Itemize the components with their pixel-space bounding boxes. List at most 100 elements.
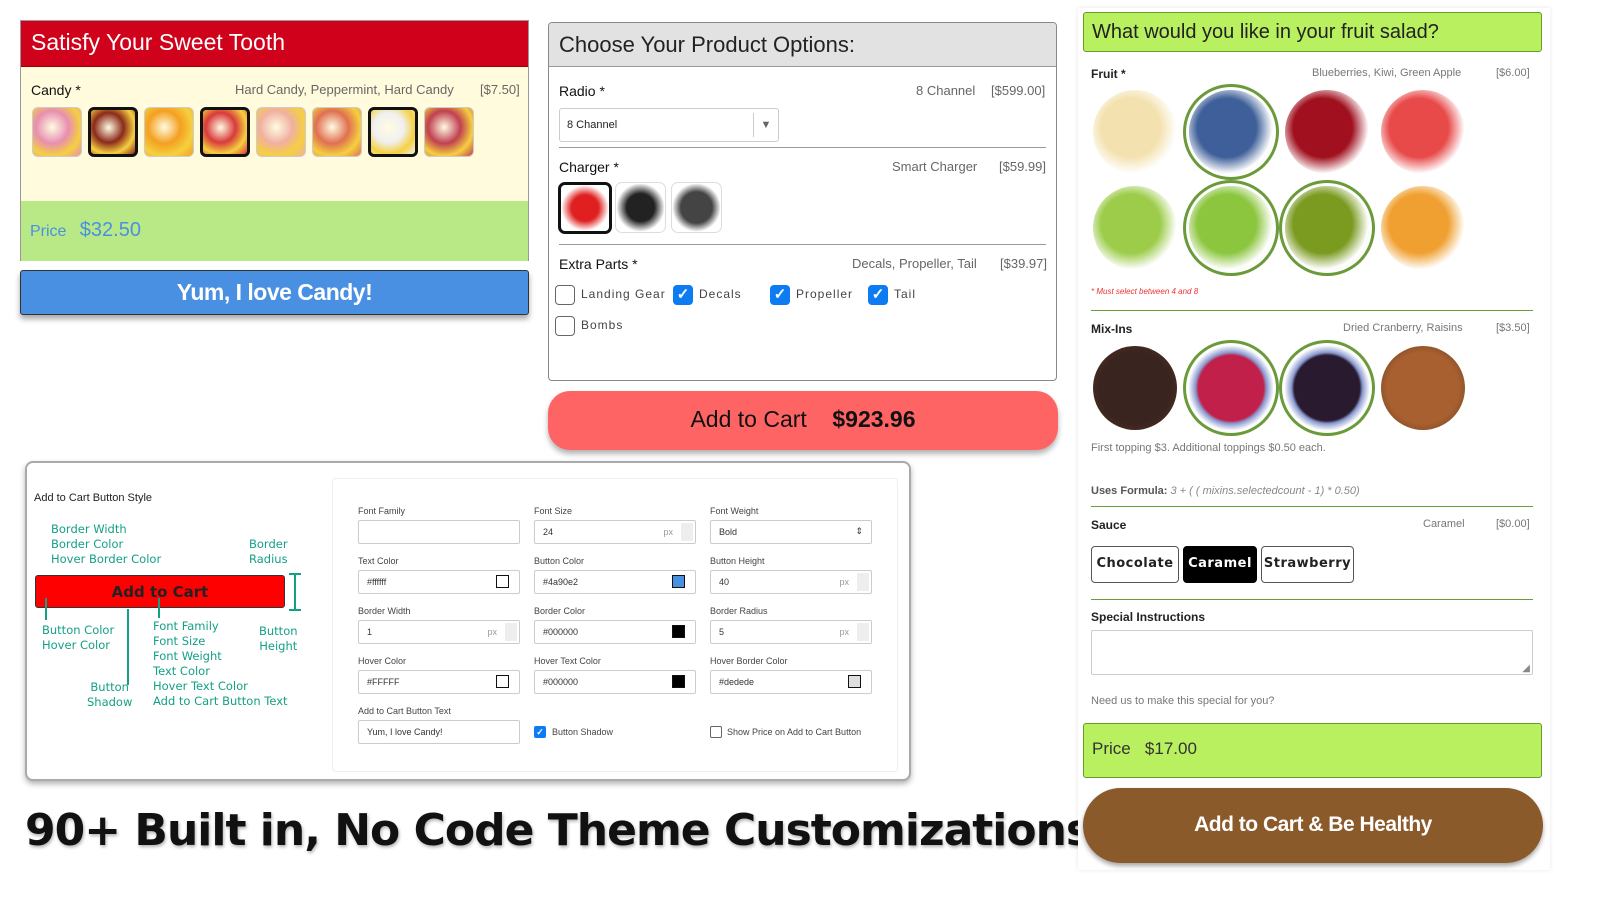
candy-option[interactable] <box>88 107 138 157</box>
field-value: #FFFFF <box>367 677 400 687</box>
extra-part-label: Landing Gear <box>581 287 666 301</box>
special-label: Special Instructions <box>1091 610 1206 624</box>
fruit-option[interactable] <box>1285 186 1369 270</box>
headline: 90+ Built in, No Code Theme Customizatio… <box>25 805 1092 856</box>
field-input[interactable]: #000000 <box>534 670 696 694</box>
mixin-option[interactable] <box>1381 346 1465 430</box>
candy-option[interactable] <box>200 107 250 157</box>
color-swatch[interactable] <box>672 575 685 588</box>
candy-option[interactable] <box>312 107 362 157</box>
field-unit: px <box>487 627 497 637</box>
field-input[interactable]: 40 px <box>710 570 872 594</box>
stepper-icon[interactable] <box>857 623 869 641</box>
button-text-label: Add to Cart Button Text <box>358 706 451 716</box>
extra-part-checkbox[interactable]: ✓ <box>673 285 693 305</box>
annotation-height: Button Height <box>259 624 298 653</box>
field-value: #000000 <box>543 677 579 687</box>
fruit-option[interactable] <box>1093 186 1177 270</box>
radio-select[interactable]: 8 Channel ▼ <box>559 108 779 142</box>
candy-option[interactable] <box>368 107 418 157</box>
field-input[interactable] <box>358 520 520 544</box>
extra-part-checkbox[interactable] <box>555 285 575 305</box>
chevron-down-icon: ▼ <box>753 113 778 137</box>
field-label: Border Radius <box>710 606 768 616</box>
show-price-checkbox[interactable] <box>710 726 722 738</box>
sauce-option-strawberry[interactable]: Strawberry <box>1261 546 1354 583</box>
fruit-option[interactable] <box>1285 90 1369 174</box>
sauce-option-chocolate[interactable]: Chocolate <box>1091 546 1179 583</box>
extra-part-checkbox[interactable] <box>555 316 575 336</box>
field-input[interactable]: 1 px <box>358 620 520 644</box>
charger-label: Charger * <box>559 159 619 175</box>
charger-price: [$59.99] <box>999 159 1046 174</box>
button-text-input[interactable]: Yum, I love Candy! <box>358 720 520 744</box>
field-label: Font Size <box>534 506 573 516</box>
color-swatch[interactable] <box>672 625 685 638</box>
field-input[interactable]: #ffffff <box>358 570 520 594</box>
extra-part-checkbox[interactable]: ✓ <box>770 285 790 305</box>
field-input[interactable]: Bold ⇕ <box>710 520 872 544</box>
field-input[interactable]: 5 px <box>710 620 872 644</box>
price-label: Price <box>1092 739 1131 758</box>
color-swatch[interactable] <box>496 675 509 688</box>
stepper-icon[interactable] <box>681 523 693 541</box>
fruit-option[interactable] <box>1189 186 1273 270</box>
fruit-option[interactable] <box>1093 90 1177 174</box>
fruit-option[interactable] <box>1381 186 1465 270</box>
field-value: #ffffff <box>367 577 387 587</box>
sauce-price: [$0.00] <box>1496 518 1530 530</box>
mixin-option[interactable] <box>1285 346 1369 430</box>
add-to-cart-button[interactable]: Add to Cart $923.96 <box>548 391 1058 450</box>
field-input[interactable]: #FFFFF <box>358 670 520 694</box>
candy-option[interactable] <box>424 107 474 157</box>
fruit-salad-card: What would you like in your fruit salad?… <box>1078 8 1550 870</box>
extra-part-label: Tail <box>894 287 917 301</box>
field-input[interactable]: #4a90e2 <box>534 570 696 594</box>
field-input[interactable]: #dedede <box>710 670 872 694</box>
color-swatch[interactable] <box>848 675 861 688</box>
extra-parts-label: Extra Parts * <box>559 256 638 272</box>
color-swatch[interactable] <box>672 675 685 688</box>
field-value: #000000 <box>543 627 579 637</box>
color-swatch[interactable] <box>496 575 509 588</box>
show-price-label: Show Price on Add to Cart Button <box>727 727 862 737</box>
extra-part-checkbox[interactable]: ✓ <box>868 285 888 305</box>
fruit-option[interactable] <box>1189 90 1273 174</box>
stepper-icon[interactable] <box>857 573 869 591</box>
charger-option-grey[interactable] <box>671 182 722 233</box>
field-value: 5 <box>719 627 725 637</box>
field-input[interactable]: #000000 <box>534 620 696 644</box>
field-unit: px <box>839 627 849 637</box>
candy-add-to-cart-button[interactable]: Yum, I love Candy! <box>20 270 529 315</box>
special-instructions-textarea[interactable]: ◢ <box>1091 630 1533 675</box>
candy-option[interactable] <box>144 107 194 157</box>
cart-price: $923.96 <box>832 406 916 432</box>
formula-label: Uses Formula: <box>1091 485 1168 497</box>
candy-option[interactable] <box>256 107 306 157</box>
candy-option[interactable] <box>32 107 82 157</box>
field-input[interactable]: 24 px <box>534 520 696 544</box>
sauce-option-caramel[interactable]: Caramel <box>1183 546 1257 583</box>
button-shadow-checkbox[interactable]: ✓ <box>534 726 546 738</box>
field-label: Button Height <box>710 556 765 566</box>
fruit-selected: Blueberries, Kiwi, Green Apple <box>1312 67 1462 79</box>
fruit-option[interactable] <box>1381 90 1465 174</box>
healthy-add-to-cart-button[interactable]: Add to Cart & Be Healthy <box>1083 788 1543 863</box>
special-help: Need us to make this special for you? <box>1091 695 1275 707</box>
price-value: $17.00 <box>1144 739 1197 758</box>
radio-select-value: 8 Channel <box>567 119 618 131</box>
charger-option-red[interactable] <box>558 182 612 234</box>
mixin-option[interactable] <box>1093 346 1177 430</box>
annotation-radius: Border Radius <box>249 537 288 566</box>
mixin-option[interactable] <box>1189 346 1273 430</box>
field-value: 24 <box>543 527 554 537</box>
preview-button: Add to Cart <box>35 575 285 608</box>
sauce-selected: Caramel <box>1423 518 1465 530</box>
candy-label: Candy * <box>31 82 81 98</box>
stepper-icon[interactable] <box>505 623 517 641</box>
resize-handle-icon[interactable]: ◢ <box>1522 663 1530 674</box>
charger-option-black[interactable] <box>615 182 666 233</box>
candy-title: Satisfy Your Sweet Tooth <box>21 21 528 67</box>
annotation-color: Button Color Hover Color <box>42 623 115 652</box>
sauce-label: Sauce <box>1091 518 1127 532</box>
